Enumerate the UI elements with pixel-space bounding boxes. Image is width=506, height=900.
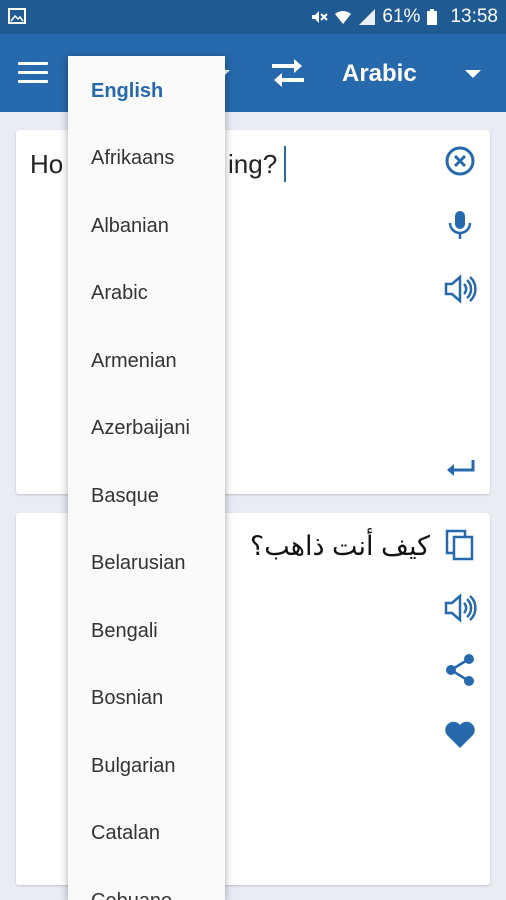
speaker-icon[interactable] <box>443 591 477 625</box>
favorite-icon[interactable] <box>443 717 477 751</box>
language-option-azerbaijani[interactable]: Azerbaijani <box>68 395 225 462</box>
mute-icon <box>310 8 329 26</box>
clock: 13:58 <box>450 6 498 27</box>
language-option-albanian[interactable]: Albanian <box>68 193 225 260</box>
status-bar: 61% 13:58 <box>0 0 506 34</box>
source-input-end[interactable]: ing? <box>228 149 277 180</box>
language-option-basque[interactable]: Basque <box>68 463 225 530</box>
language-option-arabic[interactable]: Arabic <box>68 260 225 327</box>
language-option-cebuano[interactable]: Cebuano <box>68 868 225 900</box>
translated-text: كيف أنت ذاهب؟ <box>249 531 430 561</box>
signal-icon <box>358 8 376 26</box>
wifi-icon <box>334 8 352 26</box>
language-option-belarusian[interactable]: Belarusian <box>68 530 225 597</box>
language-option-afrikaans[interactable]: Afrikaans <box>68 125 225 192</box>
status-indicators: 61% 13:58 <box>310 6 498 28</box>
swap-icon[interactable] <box>268 56 308 90</box>
copy-icon[interactable] <box>443 527 477 561</box>
language-option-bosnian[interactable]: Bosnian <box>68 665 225 732</box>
language-option-bengali[interactable]: Bengali <box>68 598 225 665</box>
battery-percent: 61% <box>382 6 421 27</box>
language-option-bulgarian[interactable]: Bulgarian <box>68 733 225 800</box>
language-option-armenian[interactable]: Armenian <box>68 328 225 395</box>
gallery-notification-icon <box>8 8 26 24</box>
source-input-start[interactable]: Ho <box>30 149 63 180</box>
clear-icon[interactable] <box>443 144 477 178</box>
language-option-english[interactable]: English <box>68 58 225 125</box>
source-language-dropdown: English Afrikaans Albanian Arabic Armeni… <box>68 56 225 900</box>
target-language-selector[interactable]: Arabic <box>342 60 417 88</box>
target-language-chevron-down-icon[interactable] <box>465 70 481 78</box>
language-option-catalan[interactable]: Catalan <box>68 800 225 867</box>
battery-icon <box>426 8 444 26</box>
text-cursor <box>284 146 286 182</box>
menu-icon[interactable] <box>18 62 48 84</box>
share-icon[interactable] <box>443 653 477 687</box>
speaker-icon[interactable] <box>443 272 477 306</box>
mic-icon[interactable] <box>443 208 477 242</box>
enter-icon[interactable] <box>443 448 477 482</box>
